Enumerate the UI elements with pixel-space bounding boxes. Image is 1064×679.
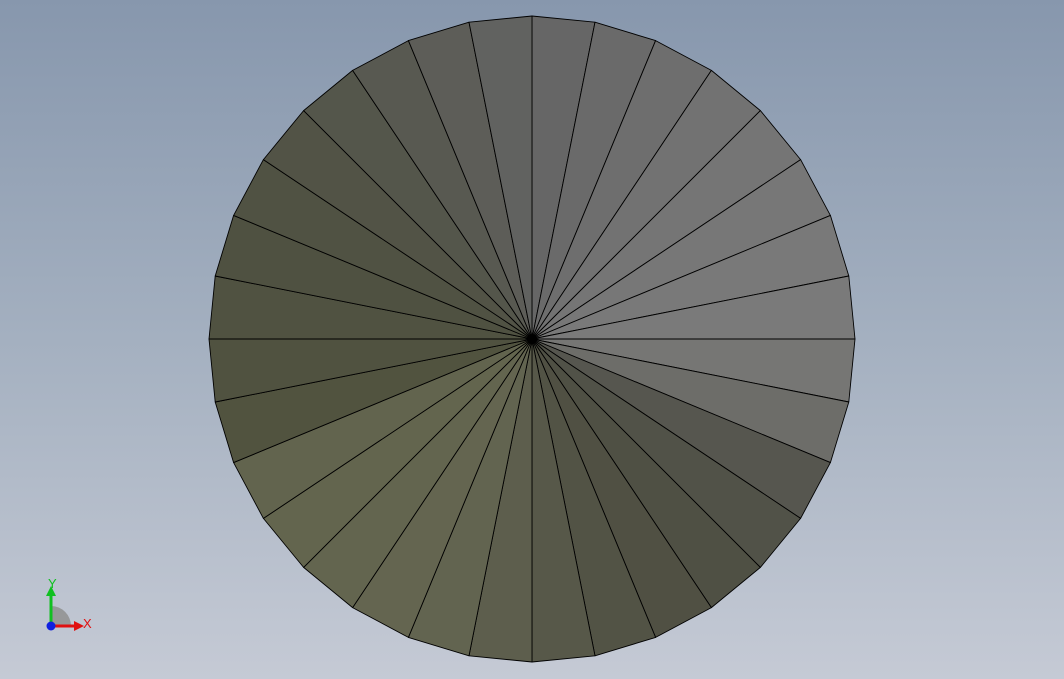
x-axis-label: X — [83, 616, 92, 631]
graphics-viewport[interactable]: Y X — [0, 0, 1064, 679]
cone-facets — [208, 15, 856, 663]
z-axis-icon — [46, 621, 56, 631]
y-axis-label: Y — [48, 578, 57, 591]
cone-model[interactable] — [0, 0, 1064, 679]
coordinate-triad: Y X — [46, 578, 92, 631]
